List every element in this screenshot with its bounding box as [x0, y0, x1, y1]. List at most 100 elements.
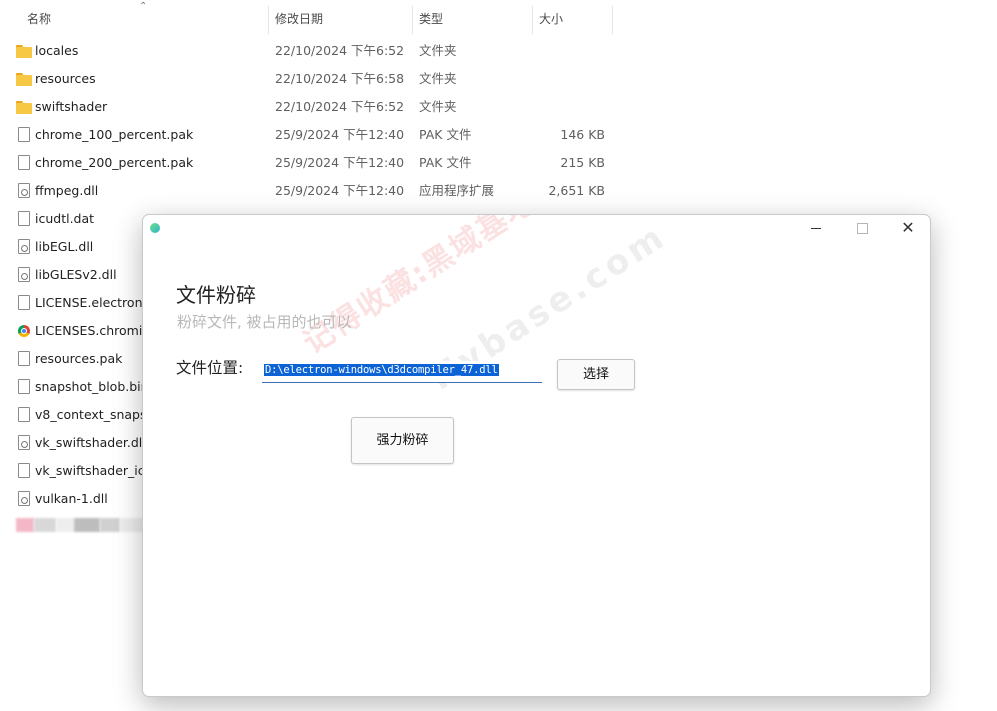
file-name: libGLESv2.dll — [35, 267, 117, 282]
file-size: 2,651 KB — [548, 183, 605, 198]
choose-file-button[interactable]: 选择 — [557, 359, 635, 390]
document-shape — [18, 379, 30, 394]
document-shape — [18, 211, 30, 226]
file-shredder-window: ✕ 记得收藏:黑域基地 Hybase.com 文件粉碎 粉碎文件, 被占用的也可… — [142, 214, 931, 697]
maximize-icon — [856, 222, 868, 234]
chrome-shape — [18, 325, 30, 337]
file-row[interactable]: swiftshader 22/10/2024 下午6:52 文件夹 — [0, 93, 620, 121]
folder-shape — [16, 101, 32, 114]
page-title: 文件粉碎 — [176, 283, 256, 307]
file-size: 146 KB — [560, 127, 605, 142]
file-name: icudtl.dat — [35, 211, 95, 226]
file-type: PAK 文件 — [419, 127, 472, 142]
file-name: locales — [35, 43, 79, 58]
title-bar[interactable]: ✕ — [143, 215, 930, 241]
file-icon — [16, 127, 32, 143]
folder-icon — [16, 71, 32, 87]
file-icon — [16, 351, 32, 367]
file-type: 应用程序扩展 — [419, 183, 495, 198]
file-type: 文件夹 — [419, 71, 457, 86]
file-name: resources — [35, 71, 96, 86]
dll-shape — [18, 435, 30, 450]
chrome-icon — [16, 323, 32, 339]
dll-icon — [16, 183, 32, 199]
file-name: swiftshader — [35, 99, 108, 114]
file-row[interactable]: locales 22/10/2024 下午6:52 文件夹 — [0, 37, 620, 65]
file-date: 22/10/2024 下午6:52 — [275, 99, 405, 114]
file-type: 文件夹 — [419, 99, 457, 114]
watermark: 记得收藏:黑域基地 Hybase.com — [143, 215, 930, 696]
column-divider[interactable] — [412, 6, 413, 34]
file-name: snapshot_blob.bin — [35, 379, 149, 394]
document-shape — [18, 407, 30, 422]
file-date: 25/9/2024 下午12:40 — [275, 183, 405, 198]
column-divider[interactable] — [532, 6, 533, 34]
file-date: 22/10/2024 下午6:52 — [275, 43, 405, 58]
file-row[interactable]: chrome_100_percent.pak 25/9/2024 下午12:40 P… — [0, 121, 620, 149]
file-name: vk_swiftshader.dll — [35, 435, 146, 450]
file-name: chrome_100_percent.pak — [35, 127, 194, 142]
close-button[interactable]: ✕ — [885, 215, 931, 241]
page-subtitle: 粉碎文件, 被占用的也可以 — [177, 313, 352, 331]
blurred-status-text — [16, 518, 156, 532]
force-shred-button[interactable]: 强力粉碎 — [351, 417, 454, 464]
file-icon — [16, 295, 32, 311]
file-icon — [16, 211, 32, 227]
column-name-header[interactable]: 名称 — [27, 0, 51, 36]
file-row[interactable]: ffmpeg.dll 25/9/2024 下午12:40 应用程序扩展 2,651 K… — [0, 177, 620, 205]
document-shape — [18, 155, 30, 170]
file-date: 25/9/2024 下午12:40 — [275, 127, 405, 142]
dll-icon — [16, 239, 32, 255]
dll-shape — [18, 267, 30, 282]
file-name: LICENSES.chromiu — [35, 323, 151, 338]
file-date: 25/9/2024 下午12:40 — [275, 155, 405, 170]
minimize-button[interactable] — [793, 215, 839, 241]
file-path-input[interactable]: D:\electron-windows\d3dcompiler_47.dll — [262, 361, 542, 383]
file-name: LICENSE.electron — [35, 295, 143, 310]
maximize-button[interactable] — [839, 215, 885, 241]
close-icon: ✕ — [901, 218, 915, 237]
document-shape — [18, 351, 30, 366]
folder-icon — [16, 43, 32, 59]
dll-shape — [18, 491, 30, 506]
file-icon — [16, 379, 32, 395]
file-date: 22/10/2024 下午6:58 — [275, 71, 405, 86]
file-icon — [16, 155, 32, 171]
file-location-label: 文件位置: — [176, 359, 244, 377]
minimize-icon — [811, 227, 821, 229]
dll-icon — [16, 435, 32, 451]
sort-ascending-icon: ⌃ — [139, 1, 148, 12]
folder-shape — [16, 45, 32, 58]
file-icon — [16, 463, 32, 479]
file-name: v8_context_snapsh — [35, 407, 155, 422]
column-type-header[interactable]: 类型 — [419, 0, 443, 36]
dll-icon — [16, 267, 32, 283]
dll-shape — [18, 183, 30, 198]
file-path-value: D:\electron-windows\d3dcompiler_47.dll — [264, 364, 499, 376]
column-size-header[interactable]: 大小 — [539, 0, 563, 36]
file-icon — [16, 407, 32, 423]
file-name: ffmpeg.dll — [35, 183, 99, 198]
file-type: 文件夹 — [419, 43, 457, 58]
document-shape — [18, 295, 30, 310]
file-name: vk_swiftshader_icd — [35, 463, 153, 478]
file-name: chrome_200_percent.pak — [35, 155, 194, 170]
file-type: PAK 文件 — [419, 155, 472, 170]
document-shape — [18, 463, 30, 478]
app-logo-icon — [150, 223, 160, 233]
column-divider[interactable] — [268, 6, 269, 34]
column-header: 名称 ⌃ 修改日期 类型 大小 — [0, 0, 620, 38]
file-name: libEGL.dll — [35, 239, 94, 254]
file-row[interactable]: resources 22/10/2024 下午6:58 文件夹 — [0, 65, 620, 93]
folder-shape — [16, 73, 32, 86]
folder-icon — [16, 99, 32, 115]
file-row[interactable]: chrome_200_percent.pak 25/9/2024 下午12:40 P… — [0, 149, 620, 177]
column-divider[interactable] — [612, 6, 613, 34]
file-name: vulkan-1.dll — [35, 491, 108, 506]
column-date-header[interactable]: 修改日期 — [275, 0, 323, 36]
file-size: 215 KB — [560, 155, 605, 170]
file-name: resources.pak — [35, 351, 123, 366]
dll-icon — [16, 491, 32, 507]
document-shape — [18, 127, 30, 142]
dll-shape — [18, 239, 30, 254]
